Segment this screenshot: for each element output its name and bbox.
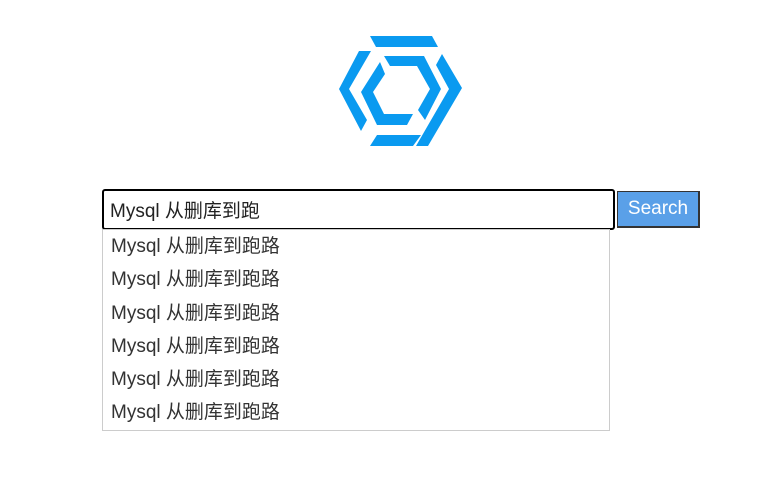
suggestion-item[interactable]: Mysql 从删库到跑路 (103, 263, 609, 296)
logo-icon (339, 36, 462, 146)
search-input[interactable] (102, 189, 615, 230)
suggestion-item[interactable]: Mysql 从删库到跑路 (103, 230, 609, 263)
suggestion-item[interactable]: Mysql 从删库到跑路 (103, 363, 609, 396)
autocomplete-dropdown: Mysql 从删库到跑路 Mysql 从删库到跑路 Mysql 从删库到跑路 M… (102, 229, 610, 431)
search-page: Search Mysql 从删库到跑路 Mysql 从删库到跑路 Mysql 从… (0, 0, 757, 480)
suggestion-item[interactable]: Mysql 从删库到跑路 (103, 297, 609, 330)
search-button[interactable]: Search (617, 191, 700, 228)
suggestion-item[interactable]: Mysql 从删库到跑路 (103, 330, 609, 363)
suggestion-item[interactable]: Mysql 从删库到跑路 (103, 396, 609, 429)
